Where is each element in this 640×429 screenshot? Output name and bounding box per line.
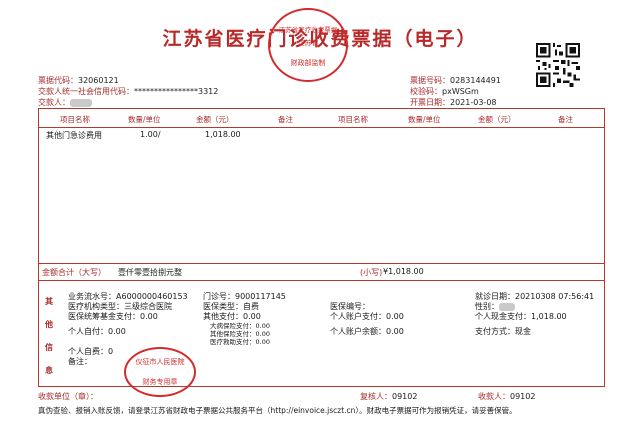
serial-number: A6000000460153 — [116, 292, 188, 301]
hospital-finance-seal: 仪征市人民医院 财务专用章 — [124, 347, 196, 397]
fiscal-seal: 江苏省医疗收费票据 江苏省 财政部监制 — [268, 8, 348, 82]
seal-line-3: 财政部监制 — [290, 59, 326, 67]
col-header: 金额（元） — [196, 115, 234, 124]
payment-method: 现金 — [515, 327, 531, 336]
issue-date: 2021-03-08 — [450, 98, 497, 107]
other-info-side-label: 其 他 信 息 — [45, 297, 53, 375]
other-info-col2-small: 大病保险支付：0.00 其他保险支付：0.00 医疗救助支付：0.00 — [210, 322, 270, 346]
qr-code — [536, 43, 580, 87]
self-expense-row: 个人自费：0 — [68, 347, 114, 356]
account-balance-row: 个人账户余额：0.00 — [330, 327, 404, 336]
payer-row: 交款人： — [38, 97, 218, 108]
seal-line-2: 江苏省 — [297, 39, 319, 47]
col-header: 备注 — [278, 115, 293, 124]
self-pay-row: 个人自付：0.00 — [68, 327, 126, 336]
check-code: pxWSGm — [442, 87, 479, 96]
col-header: 金额（元） — [478, 115, 516, 124]
meta-left: 票据代码：32060121 交款人统一社会信用代码：**************… — [38, 75, 218, 108]
table-header: 项目名称 数量/单位 金额（元） 备注 项目名称 数量/单位 金额（元） 备注 — [38, 112, 605, 126]
cash-pay: 1,018.00 — [531, 312, 567, 321]
invoice-number: 0283144491 — [450, 76, 501, 85]
reviewer-row: 复核人：09102 — [360, 392, 418, 401]
seal-line-1: 江苏省医疗收费票据 — [278, 26, 338, 34]
gender-redacted — [499, 302, 515, 311]
invoice-number-row: 票据号码：0283144491 — [410, 76, 501, 85]
total-lower-label: (小写) — [360, 268, 383, 277]
payee: 09102 — [510, 392, 536, 401]
total-lower-value: ¥1,018.00 — [383, 267, 424, 276]
issue-date-row: 开票日期：2021-03-08 — [410, 98, 497, 107]
fund-pay: 0.00 — [140, 312, 158, 321]
col-header: 数量/单位 — [408, 115, 441, 124]
total-upper-value: 壹仟零壹拾捌元整 — [118, 268, 182, 277]
insurance-type: 自费 — [243, 302, 259, 311]
col-header: 备注 — [558, 115, 573, 124]
other-info-col3: 医保编号： 个人账户支付：0.00 — [330, 302, 404, 321]
col-header: 项目名称 — [338, 115, 368, 124]
invoice-table-frame — [38, 108, 605, 387]
divider — [38, 127, 605, 128]
check-code-row: 校验码：pxWSGm — [410, 87, 479, 96]
divider — [38, 263, 605, 264]
col-header: 数量/单位 — [128, 115, 161, 124]
org-type: 三级综合医院 — [124, 302, 172, 311]
payment-method-row: 支付方式：现金 — [475, 327, 531, 336]
other-info-col1: 业务流水号：A6000000460153 医疗机构类型：三级综合医院 医保统筹基… — [68, 292, 188, 321]
invoice-code-row: 票据代码：32060121 — [38, 76, 119, 85]
divider — [38, 280, 605, 281]
meta-right: 票据号码：0283144491 校验码：pxWSGm 开票日期：2021-03-… — [410, 75, 501, 108]
visit-date: 20210308 07:56:41 — [515, 292, 595, 301]
invoice-code: 32060121 — [78, 76, 119, 85]
footer-note: 真伪查验、报销入账反馈，请登录江苏省财政电子票据公共服务平台（http://ei… — [38, 406, 517, 415]
credit-code-row: 交款人统一社会信用代码：****************3312 — [38, 87, 219, 96]
clinic-number: 9000117145 — [235, 292, 286, 301]
item-amount: 1,018.00 — [205, 130, 241, 139]
item-name: 其他门急诊费用 — [46, 131, 102, 140]
credit-code: ****************3312 — [134, 87, 219, 96]
payee-row: 收款人：09102 — [478, 392, 536, 401]
reviewer: 09102 — [392, 392, 418, 401]
remark-row: 备注： — [68, 357, 92, 366]
item-qty: 1.00/ — [140, 130, 161, 139]
payer-redacted — [70, 98, 92, 107]
total-upper-label: 金额合计（大写） — [42, 268, 106, 277]
payee-unit-label: 收款单位（章）： — [38, 392, 98, 401]
other-info-col2: 门诊号：9000117145 医保类型：自费 其他支付：0.00 — [203, 292, 286, 321]
other-info-col4: 就诊日期：20210308 07:56:41 性别： 个人现金支付：1,018.… — [475, 292, 595, 321]
col-header: 项目名称 — [60, 115, 90, 124]
